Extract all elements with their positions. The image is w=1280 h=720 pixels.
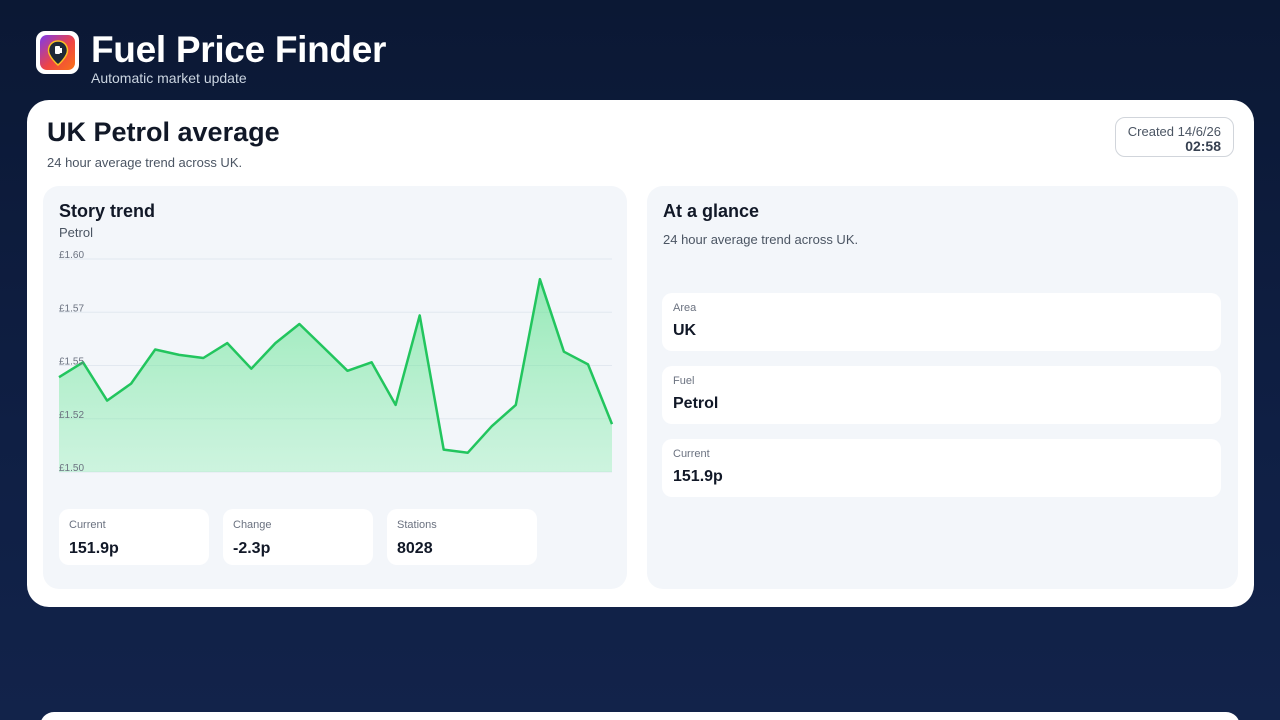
series-area	[59, 279, 612, 472]
info-row-current: Current 151.9p	[662, 439, 1221, 497]
trend-panel: Story trend Petrol £1.60 £1.57 £1.55 £1.52 £…	[43, 186, 627, 589]
stat-current-label: Current	[69, 519, 106, 531]
stat-change-value: -2.3p	[233, 540, 271, 557]
main-card: UK Petrol average 24 hour average trend …	[27, 100, 1254, 607]
next-card	[40, 712, 1240, 720]
glance-panel-subtitle: 24 hour average trend across UK.	[663, 232, 859, 247]
stat-change: Change -2.3p	[223, 509, 373, 565]
stat-change-label: Change	[233, 519, 272, 531]
page-subtitle: 24 hour average trend across UK.	[47, 155, 243, 170]
stat-stations: Stations 8028	[387, 509, 537, 565]
info-row-fuel: Fuel Petrol	[662, 366, 1221, 424]
stat-stations-label: Stations	[397, 519, 437, 531]
fuel-pin-icon	[40, 35, 75, 70]
app-logo	[36, 31, 79, 74]
app-title: Fuel Price Finder	[91, 29, 387, 70]
y-tick-label: £1.50	[59, 463, 84, 474]
info-row-area: Area UK	[662, 293, 1221, 351]
stat-stations-value: 8028	[397, 540, 433, 557]
y-tick-label: £1.57	[59, 303, 84, 314]
created-time: 02:58	[1185, 138, 1221, 154]
info-fuel-label: Fuel	[673, 375, 695, 387]
info-area-label: Area	[673, 302, 697, 314]
app-header: Fuel Price Finder Automatic market updat…	[36, 30, 386, 86]
glance-panel: At a glance 24 hour average trend across…	[647, 186, 1238, 589]
app-subtitle: Automatic market update	[91, 70, 247, 86]
y-tick-label: £1.55	[59, 357, 84, 368]
stat-current-value: 151.9p	[69, 540, 119, 557]
info-current-value: 151.9p	[673, 468, 723, 485]
page-title: UK Petrol average	[47, 117, 280, 147]
y-tick-label: £1.52	[59, 410, 84, 421]
trend-chart: £1.60 £1.57 £1.55 £1.52 £1.50	[58, 250, 614, 474]
y-tick-label: £1.60	[59, 250, 84, 261]
created-badge: Created 14/6/26 02:58	[1115, 117, 1234, 157]
glance-panel-title: At a glance	[663, 201, 760, 221]
stat-current: Current 151.9p	[59, 509, 209, 565]
created-date: Created 14/6/26	[1127, 124, 1221, 139]
info-current-label: Current	[673, 448, 710, 460]
info-area-value: UK	[673, 322, 697, 339]
info-fuel-value: Petrol	[673, 395, 719, 412]
